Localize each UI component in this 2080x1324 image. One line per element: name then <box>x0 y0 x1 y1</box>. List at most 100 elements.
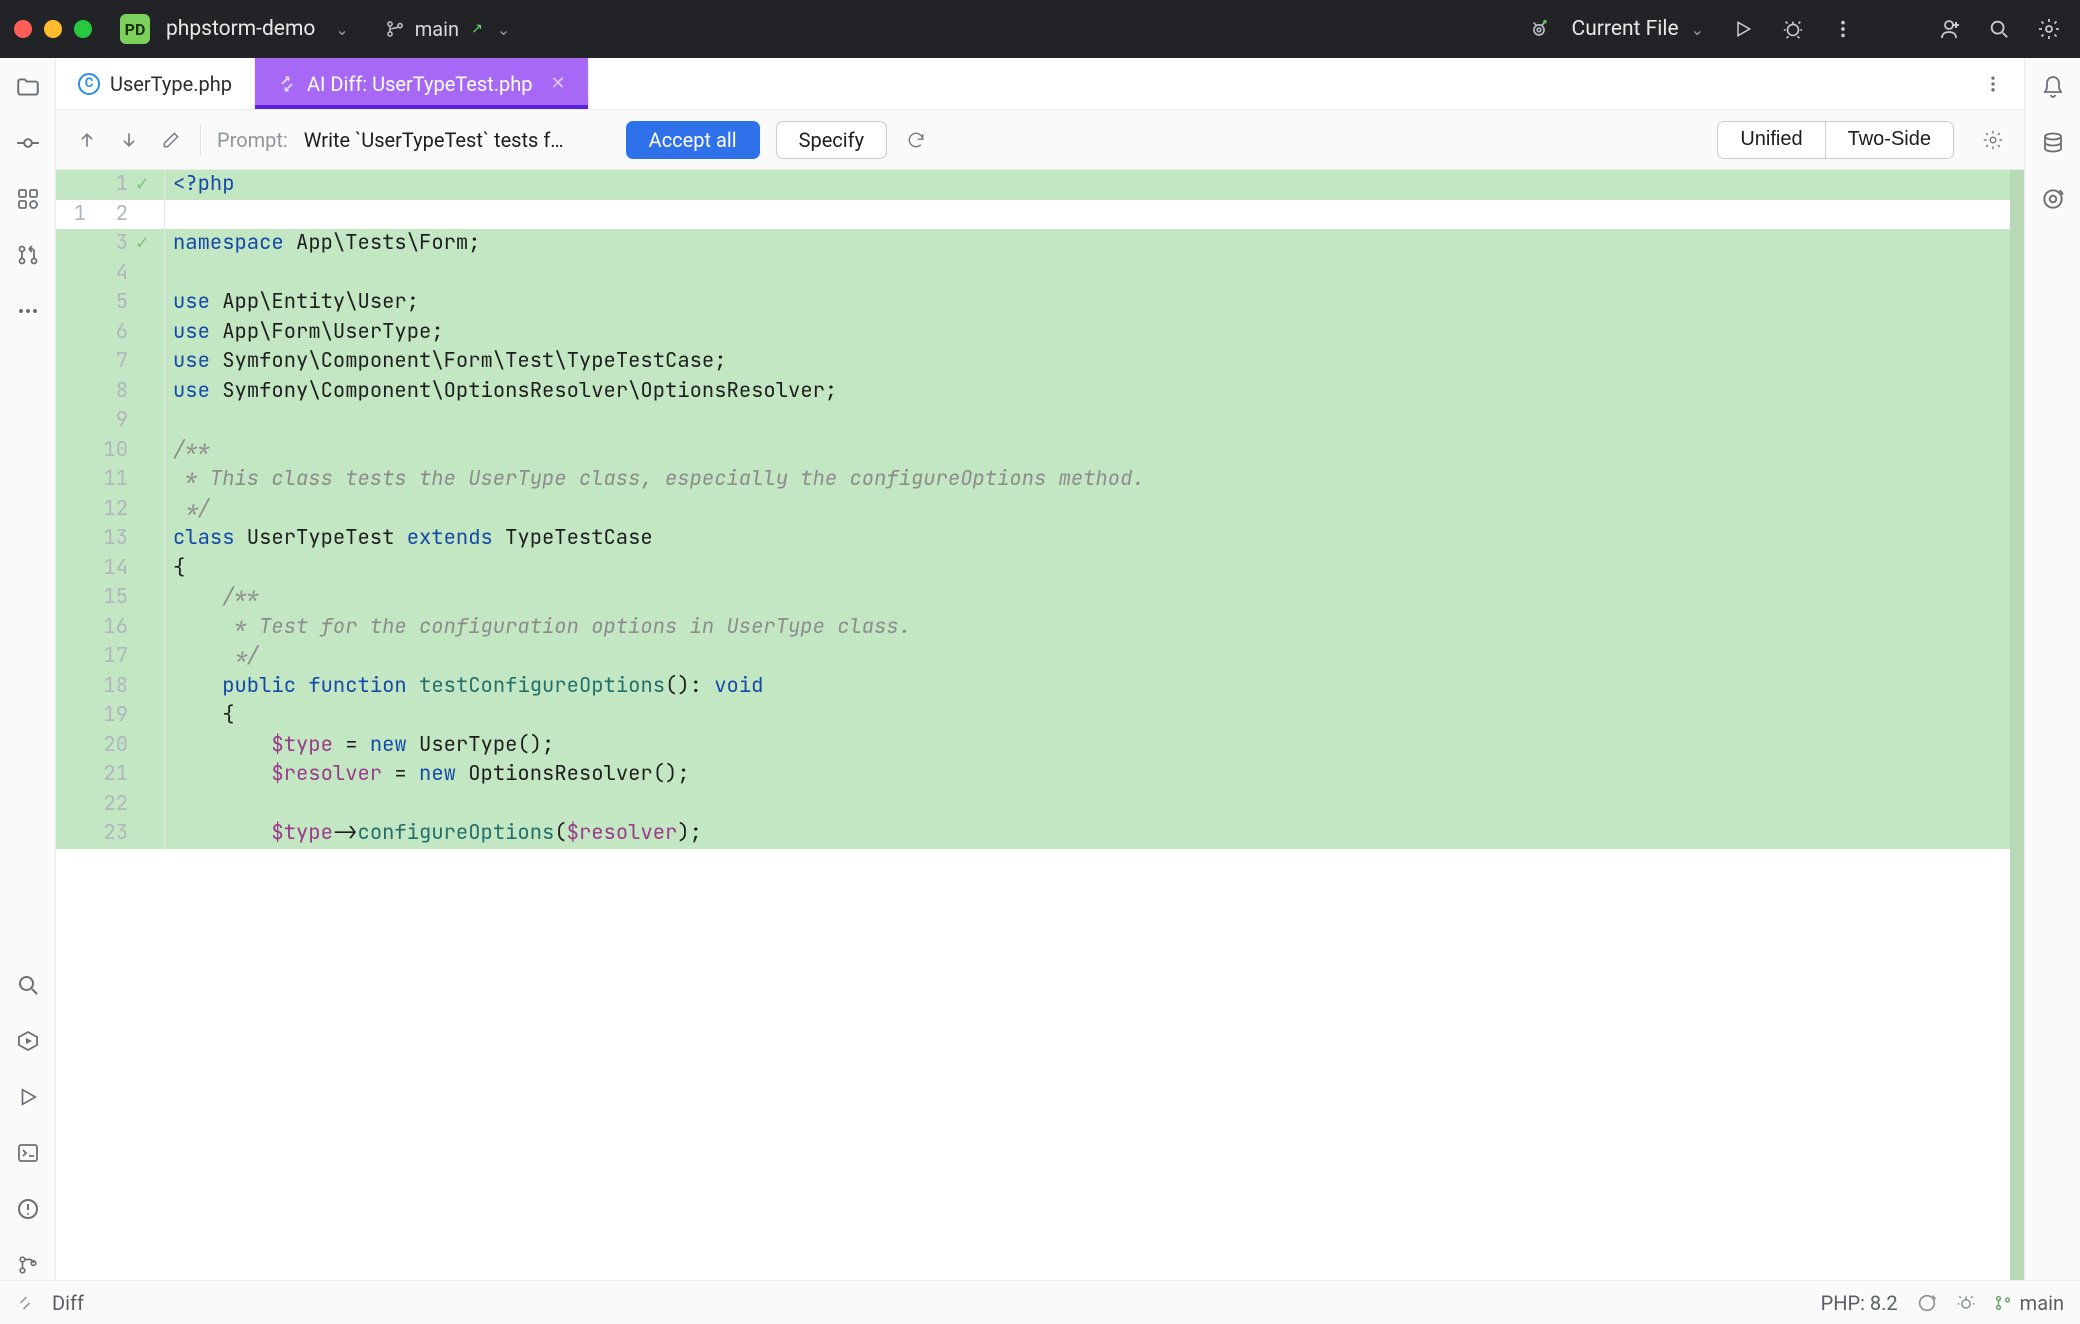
code-line[interactable]: 5use App\Entity\User; <box>56 288 2024 318</box>
code-line[interactable]: 15 /** <box>56 583 2024 613</box>
chevron-down-icon[interactable]: ⌄ <box>335 20 348 39</box>
gutter-right: 1 <box>94 170 136 200</box>
tab-usertype-php[interactable]: C UserType.php <box>56 58 255 109</box>
gutter-mark <box>136 790 164 820</box>
code-line[interactable]: 11 * This class tests the UserType class… <box>56 465 2024 495</box>
scrollbar-marker[interactable] <box>2010 170 2024 1280</box>
code-line[interactable]: 10/** <box>56 436 2024 466</box>
problems-tool-icon[interactable] <box>13 1194 43 1224</box>
ai-status-icon[interactable] <box>1916 1292 1938 1314</box>
code-line[interactable]: 7 use Symfony\Component\Form\Test\TypeTes… <box>56 347 2024 377</box>
more-horiz-icon[interactable] <box>13 296 43 326</box>
tab-options-icon[interactable] <box>1978 69 2008 99</box>
code-line[interactable]: 6 use App\Form\UserType; <box>56 318 2024 348</box>
code-line[interactable]: 21 $resolver = new OptionsResolver(); <box>56 760 2024 790</box>
gutter-right: 6 <box>94 318 136 348</box>
pull-requests-icon[interactable] <box>13 240 43 270</box>
code-line[interactable]: 22 <box>56 790 2024 820</box>
prev-diff-icon[interactable] <box>74 127 100 153</box>
notifications-icon[interactable] <box>2038 72 2068 102</box>
window-minimize-button[interactable] <box>44 20 62 38</box>
code-text: use Symfony\Component\Form\Test\TypeTest… <box>165 347 727 377</box>
settings-icon[interactable] <box>2032 12 2066 46</box>
project-name[interactable]: phpstorm-demo <box>166 17 315 41</box>
php-version-label[interactable]: PHP: 8.2 <box>1821 1291 1898 1315</box>
next-diff-icon[interactable] <box>116 127 142 153</box>
tab-label: UserType.php <box>110 72 232 96</box>
code-line[interactable]: 4 <box>56 259 2024 289</box>
code-line[interactable]: 17 */ <box>56 642 2024 672</box>
gutter-right: 14 <box>94 554 136 584</box>
code-line[interactable]: 1✓<?php <box>56 170 2024 200</box>
run-tool-icon[interactable] <box>13 1082 43 1112</box>
gutter-left <box>56 554 94 584</box>
code-text: $type->configureOptions($resolver); <box>165 819 702 849</box>
debug-button[interactable] <box>1776 12 1810 46</box>
build-icon[interactable] <box>1522 12 1556 46</box>
gutter-mark: ✓ <box>136 170 164 200</box>
debug-listen-icon[interactable] <box>1956 1293 1976 1313</box>
code-line[interactable]: 19 { <box>56 701 2024 731</box>
code-line[interactable]: 9 <box>56 406 2024 436</box>
window-close-button[interactable] <box>14 20 32 38</box>
close-icon[interactable]: ✕ <box>551 73 566 94</box>
database-tool-icon[interactable] <box>2038 128 2068 158</box>
code-line[interactable]: 18 public function testConfigureOptions(… <box>56 672 2024 702</box>
gutter-right: 7 <box>94 347 136 377</box>
window-zoom-button[interactable] <box>74 20 92 38</box>
gutter-mark <box>136 465 164 495</box>
diff-breadcrumb-label[interactable]: Diff <box>52 1291 84 1315</box>
run-config-selector[interactable]: Current File ⌄ <box>1572 17 1704 41</box>
find-tool-icon[interactable] <box>13 970 43 1000</box>
code-line[interactable]: 12 <box>56 200 2024 230</box>
diff-settings-icon[interactable] <box>1980 127 2006 153</box>
search-everywhere-icon[interactable] <box>1982 12 2016 46</box>
gutter-left <box>56 318 94 348</box>
code-line[interactable]: 16 * Test for the configuration options … <box>56 613 2024 643</box>
code-line[interactable]: 14{ <box>56 554 2024 584</box>
gutter-left <box>56 465 94 495</box>
gutter-mark <box>136 613 164 643</box>
more-vert-icon[interactable] <box>1826 12 1860 46</box>
vcs-branch-widget[interactable]: main ↗ ⌄ <box>385 17 510 41</box>
commit-tool-icon[interactable] <box>13 128 43 158</box>
structure-tool-icon[interactable] <box>13 184 43 214</box>
tab-ai-diff[interactable]: AI Diff: UserTypeTest.php ✕ <box>255 58 589 109</box>
gutter-left: 1 <box>56 200 94 230</box>
ai-diff-toolbar: Prompt: Write `UserTypeTest` tests f… Ac… <box>56 110 2024 170</box>
code-line[interactable]: 23 $type->configureOptions($resolver); <box>56 819 2024 849</box>
code-line[interactable]: 3✓namespace App\Tests\Form; <box>56 229 2024 259</box>
vcs-tool-icon[interactable] <box>13 1250 43 1280</box>
run-button[interactable] <box>1726 12 1760 46</box>
code-text: use App\Form\UserType; <box>165 318 444 348</box>
gutter-left <box>56 406 94 436</box>
gutter-mark <box>136 672 164 702</box>
specify-button[interactable]: Specify <box>776 121 887 159</box>
code-with-me-icon[interactable] <box>1932 12 1966 46</box>
status-branch-label: main <box>2020 1291 2064 1315</box>
gutter-left <box>56 701 94 731</box>
services-tool-icon[interactable] <box>13 1026 43 1056</box>
chevron-down-icon[interactable]: ⌄ <box>497 20 510 39</box>
gutter-right: 17 <box>94 642 136 672</box>
status-branch[interactable]: main <box>1994 1291 2064 1315</box>
ai-assistant-icon[interactable] <box>2038 184 2068 214</box>
code-text: class UserTypeTest extends TypeTestCase <box>165 524 653 554</box>
unified-toggle[interactable]: Unified <box>1718 122 1824 158</box>
code-line[interactable]: 20 $type = new UserType(); <box>56 731 2024 761</box>
terminal-tool-icon[interactable] <box>13 1138 43 1168</box>
code-line[interactable]: 13class UserTypeTest extends TypeTestCas… <box>56 524 2024 554</box>
gutter-mark <box>136 288 164 318</box>
diff-editor[interactable]: 1✓<?php123✓namespace App\Tests\Form;45us… <box>56 170 2024 1280</box>
accept-all-button[interactable]: Accept all <box>626 121 760 159</box>
gutter-right: 19 <box>94 701 136 731</box>
diff-breadcrumb-icon[interactable] <box>16 1294 34 1312</box>
project-tool-icon[interactable] <box>13 72 43 102</box>
code-text: $resolver = new OptionsResolver(); <box>165 760 690 790</box>
code-line[interactable]: 8use Symfony\Component\OptionsResolver\O… <box>56 377 2024 407</box>
two-side-toggle[interactable]: Two-Side <box>1825 122 1953 158</box>
gutter-right: 3 <box>94 229 136 259</box>
edit-icon[interactable] <box>158 127 184 153</box>
refresh-icon[interactable] <box>903 127 929 153</box>
code-line[interactable]: 12 */ <box>56 495 2024 525</box>
